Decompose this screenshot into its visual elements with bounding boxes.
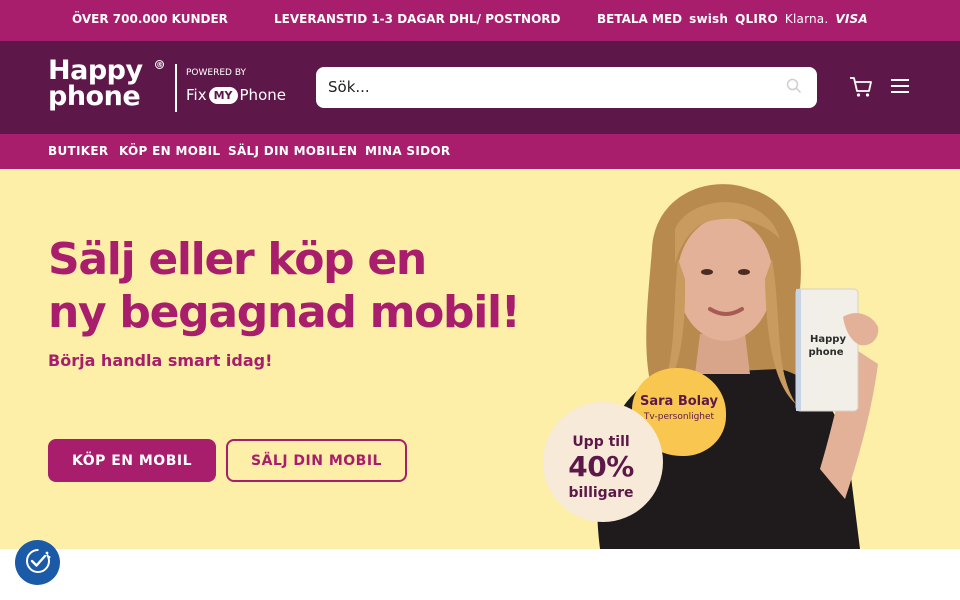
fixmyphone-logo: Fix MY Phone xyxy=(186,86,286,104)
customers-text: ÖVER 700.000 KUNDER xyxy=(72,12,228,26)
site-header: Happy phone ® POWERED BY Fix MY Phone xyxy=(0,41,960,134)
nav-item-kop-en-mobil[interactable]: KÖP EN MOBIL xyxy=(119,144,220,158)
headline-line-2: ny begagnad mobil! xyxy=(48,287,521,338)
klarna-logo: Klarna. xyxy=(784,12,829,26)
logo-line-2: phone xyxy=(48,81,141,112)
buy-phone-button[interactable]: KÖP EN MOBIL xyxy=(48,439,216,482)
search-input[interactable] xyxy=(328,76,778,98)
cart-icon[interactable] xyxy=(849,76,873,102)
partner-phone: Phone xyxy=(239,86,286,104)
visa-logo: VISA xyxy=(835,12,868,26)
pay-label: BETALA MED xyxy=(597,12,683,26)
logo-divider xyxy=(175,64,177,112)
menu-icon[interactable] xyxy=(890,78,910,98)
partner-fix: Fix xyxy=(186,86,207,104)
nav-item-butiker[interactable]: BUTIKER xyxy=(48,144,108,158)
nav-item-mina-sidor[interactable]: MINA SIDOR xyxy=(365,144,450,158)
box-text-2: phone xyxy=(808,347,843,358)
swish-logo: swish xyxy=(689,12,729,26)
happyphone-logo[interactable]: Happy phone ® xyxy=(48,57,164,112)
box-text-1: Happy xyxy=(810,334,846,345)
offer-line-1: Upp till xyxy=(572,434,630,450)
delivery-text: LEVERANSTID 1-3 DAGAR DHL/ POSTNORD xyxy=(274,12,561,26)
hero-subheadline: Börja handla smart idag! xyxy=(48,351,273,370)
headline-line-1: Sälj eller köp en xyxy=(48,234,427,285)
offer-line-3: billigare xyxy=(568,485,634,501)
search-bar xyxy=(316,67,817,108)
hero-headline: Sälj eller köp en ny begagnad mobil! xyxy=(48,233,521,339)
hero-banner: Sälj eller köp en ny begagnad mobil! Bör… xyxy=(0,169,960,549)
cookie-settings-icon xyxy=(23,546,53,580)
main-nav: BUTIKER KÖP EN MOBIL SÄLJ DIN MOBILEN MI… xyxy=(0,134,960,169)
offer-percent: 40% xyxy=(568,450,634,483)
discount-badge: Upp till 40% billigare xyxy=(543,402,663,522)
celebrity-name: Sara Bolay xyxy=(640,394,718,409)
registered-icon: ® xyxy=(155,60,164,69)
qliro-logo: QLIRO xyxy=(735,12,778,26)
payment-methods: BETALA MED swish QLIRO Klarna. VISA xyxy=(597,12,868,26)
sell-phone-button[interactable]: SÄLJ DIN MOBIL xyxy=(226,439,407,482)
cookie-consent-button[interactable] xyxy=(15,540,60,585)
search-icon[interactable] xyxy=(786,78,802,98)
announcement-bar: ÖVER 700.000 KUNDER LEVERANSTID 1-3 DAGA… xyxy=(0,0,960,41)
partner-my: MY xyxy=(208,86,238,104)
powered-by-text: POWERED BY xyxy=(186,68,247,78)
nav-item-salj-din-mobilen[interactable]: SÄLJ DIN MOBILEN xyxy=(228,144,357,158)
